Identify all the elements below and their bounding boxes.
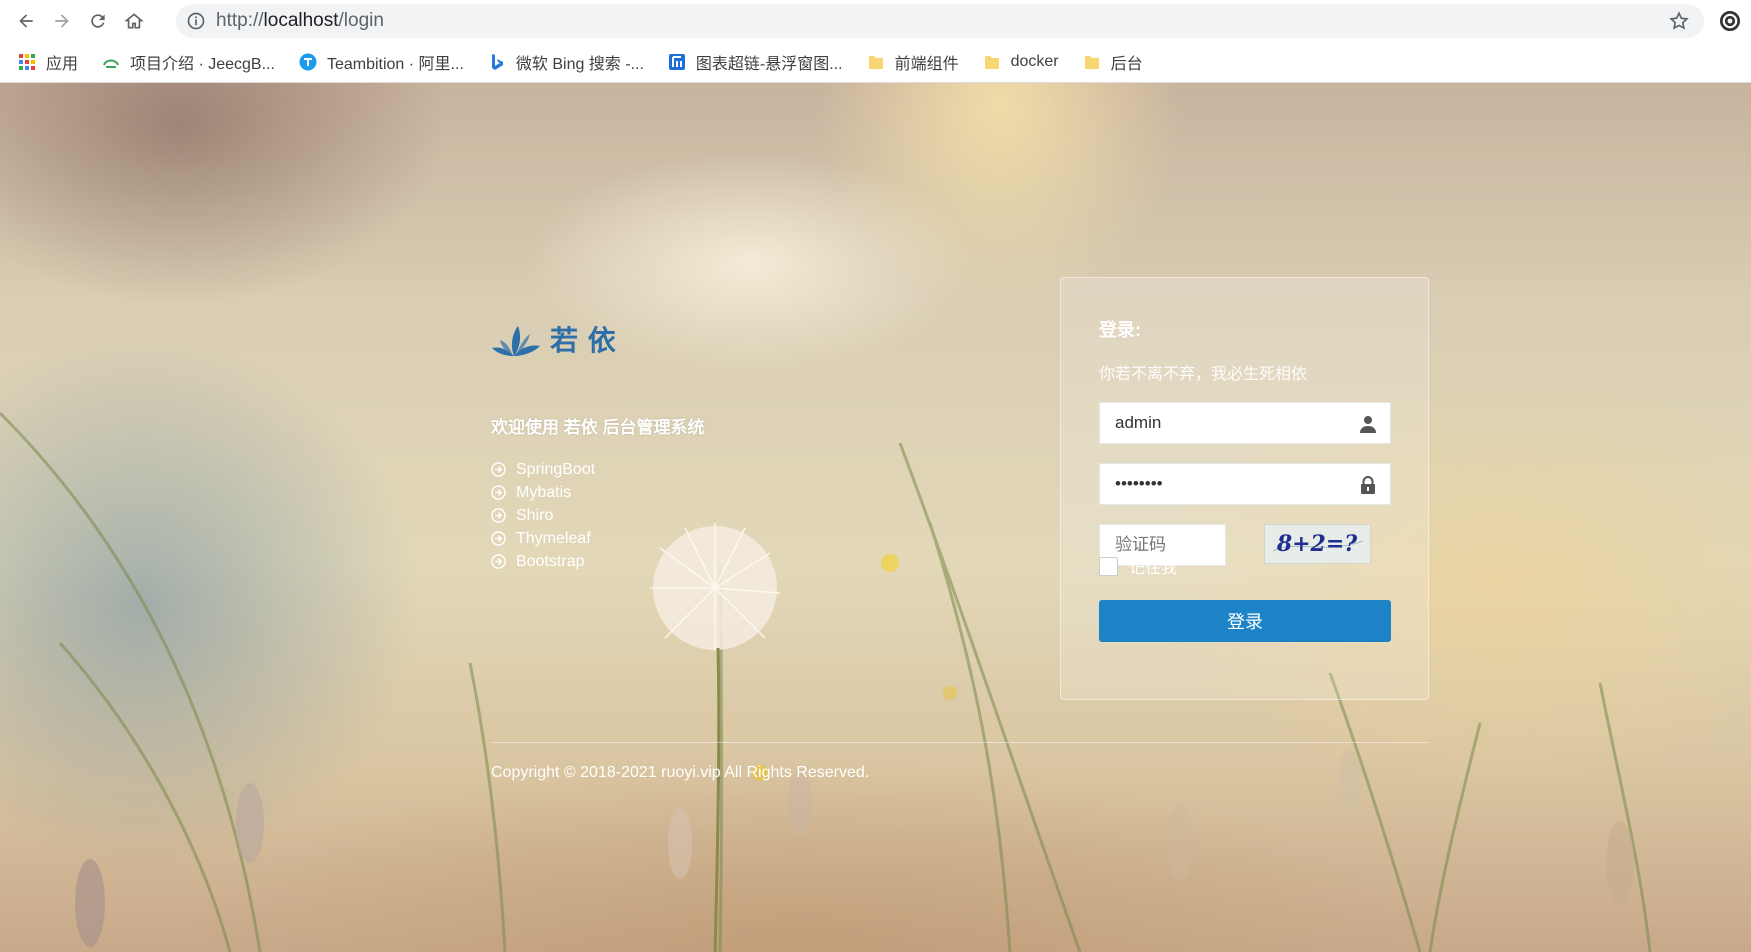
dandelion-decoration — [650, 523, 781, 952]
bookmarks-bar: 应用 项目介绍 · JeecgB... Teambition · 阿里... 微… — [0, 42, 1751, 83]
bookmark-chart[interactable]: 图表超链-悬浮窗图... — [668, 50, 843, 74]
welcome-text: 欢迎使用 若依 后台管理系统 — [491, 418, 705, 437]
folder-icon — [868, 56, 883, 69]
bookmark-jeecg[interactable]: 项目介绍 · JeecgB... — [102, 50, 275, 74]
lock-icon — [1361, 476, 1375, 494]
username-field[interactable] — [1099, 402, 1391, 444]
login-subtitle: 你若不离不弃，我必生死相依 — [1099, 366, 1308, 383]
reload-icon — [91, 14, 105, 28]
login-button[interactable]: 登录 — [1099, 600, 1391, 642]
apps-grid-icon — [19, 54, 35, 70]
info-icon — [187, 12, 205, 30]
bookmark-folder-docker[interactable]: docker — [983, 53, 1059, 71]
arrow-circle-right-icon — [491, 485, 506, 500]
background-image — [0, 411, 1652, 952]
bookmark-apps[interactable]: 应用 — [18, 50, 78, 74]
arrow-left-icon — [19, 14, 33, 28]
remember-checkbox[interactable] — [1099, 556, 1118, 576]
logo-text: 若 依 — [550, 324, 617, 357]
feature-item: SpringBoot — [491, 458, 595, 481]
footer-divider — [491, 742, 1429, 743]
bookmark-folder-frontend[interactable]: 前端组件 — [867, 50, 959, 74]
bing-icon — [491, 54, 503, 70]
feature-list: SpringBoot Mybatis Shiro Thymeleaf Boots… — [491, 458, 595, 573]
password-input[interactable] — [1100, 464, 1355, 504]
home-icon — [124, 13, 144, 29]
captcha-text: 8+2=? — [1276, 531, 1358, 557]
bookmark-folder-admin[interactable]: 后台 — [1083, 50, 1143, 74]
folder-icon — [1084, 56, 1099, 69]
folder-icon — [984, 56, 999, 69]
reload-button[interactable] — [80, 3, 116, 39]
login-title: 登录: — [1099, 320, 1141, 340]
feature-item: Mybatis — [491, 481, 595, 504]
arrow-right-icon — [55, 14, 69, 28]
remember-label: 记住我 — [1129, 560, 1178, 577]
browser-toolbar: http://localhost/login — [0, 0, 1751, 42]
address-url[interactable]: http://localhost/login — [216, 10, 384, 32]
arrow-circle-right-icon — [491, 508, 506, 523]
copyright-text: Copyright © 2018-2021 ruoyi.vip All Righ… — [491, 764, 870, 781]
arrow-circle-right-icon — [491, 554, 506, 569]
captcha-graphic: 8+2=? — [1272, 531, 1364, 557]
forward-button[interactable] — [44, 3, 80, 39]
login-page: 若 依 欢迎使用 若依 后台管理系统 SpringBoot Mybatis Sh… — [0, 83, 1751, 952]
teambition-icon — [299, 53, 317, 71]
arrow-circle-right-icon — [491, 531, 506, 546]
arrow-circle-right-icon — [491, 462, 506, 477]
feature-item: Thymeleaf — [491, 527, 595, 550]
username-input[interactable] — [1100, 403, 1355, 443]
chart-app-icon — [668, 54, 685, 70]
feature-item: Bootstrap — [491, 550, 595, 573]
bookmark-bing[interactable]: 微软 Bing 搜索 -... — [488, 50, 644, 74]
extension-icon[interactable] — [1717, 8, 1743, 34]
login-panel: 登录: 你若不离不弃，我必生死相依 8+2=? 记住我 登录 — [1060, 277, 1429, 700]
bookmark-teambition[interactable]: Teambition · 阿里... — [299, 50, 464, 74]
user-icon — [1360, 416, 1376, 433]
bookmark-star-icon[interactable] — [1668, 10, 1690, 32]
back-button[interactable] — [8, 3, 44, 39]
address-bar[interactable]: http://localhost/login — [176, 4, 1704, 38]
feature-item: Shiro — [491, 504, 595, 527]
captcha-image[interactable]: 8+2=? — [1264, 524, 1371, 564]
ruoyi-logo: 若 依 — [492, 324, 617, 357]
remember-me[interactable]: 记住我 — [1099, 554, 1177, 578]
password-field[interactable] — [1099, 463, 1391, 505]
home-button[interactable] — [116, 3, 152, 39]
jeecg-icon — [103, 59, 119, 68]
